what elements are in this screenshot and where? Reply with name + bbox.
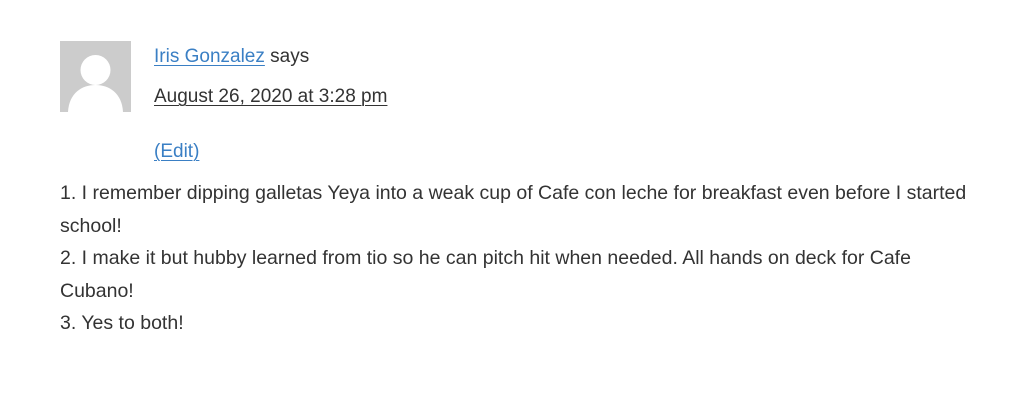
author-link[interactable]: Iris Gonzalez	[154, 46, 265, 67]
says-label: says	[270, 46, 310, 67]
comment-paragraph: 1. I remember dipping galletas Yeya into…	[60, 182, 967, 237]
comment-paragraph: 2. I make it but hubby learned from tio …	[60, 247, 911, 302]
comment-body: 1. I remember dipping galletas Yeya into…	[60, 177, 980, 340]
avatar	[60, 41, 131, 112]
comment-paragraph: 3. Yes to both!	[60, 312, 184, 335]
comment-date-link[interactable]: August 26, 2020 at 3:28 pm	[154, 85, 387, 109]
edit-link[interactable]: (Edit)	[154, 140, 199, 164]
user-silhouette-icon	[68, 55, 123, 112]
comment-author-line: Iris Gonzalez says	[154, 45, 309, 69]
